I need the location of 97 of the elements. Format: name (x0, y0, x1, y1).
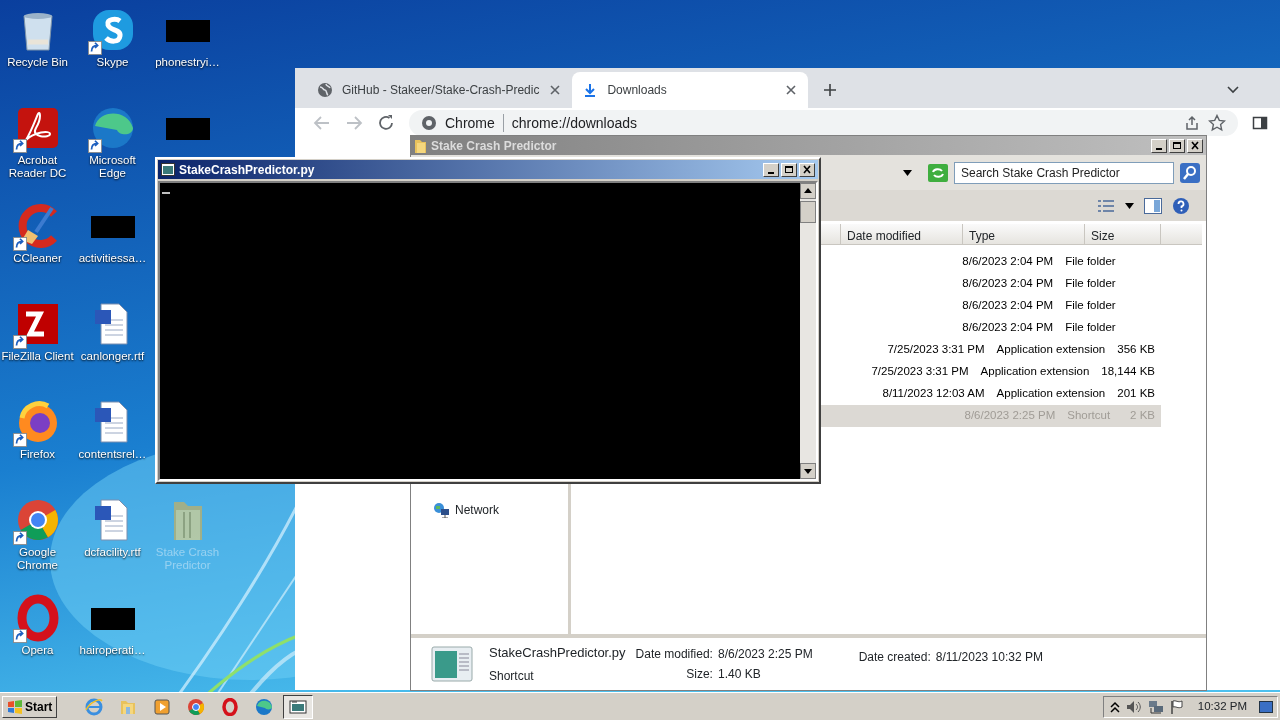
column-header[interactable]: Type (963, 224, 1085, 244)
nav-item-label: Network (455, 502, 499, 519)
help-icon[interactable] (1172, 196, 1190, 215)
star-icon[interactable] (1208, 114, 1226, 132)
window-title: Stake Crash Predictor (431, 137, 557, 155)
shortcut-file-icon (431, 646, 473, 682)
side-panel-icon[interactable] (1252, 115, 1268, 131)
window-title: StakeCrashPredictor.py (179, 161, 315, 179)
new-tab-icon[interactable] (822, 82, 839, 98)
folder-icon (414, 138, 427, 153)
console-icon (161, 163, 175, 176)
field-value: 1.40 KB (717, 666, 762, 683)
view-options-icon[interactable] (1097, 198, 1115, 213)
table-cell: 201 KB (1117, 387, 1155, 400)
field-label: Size: (685, 666, 713, 683)
file-type: Shortcut (489, 667, 535, 685)
show-desktop-icon[interactable] (1259, 700, 1273, 713)
preview-pane-icon[interactable] (1144, 197, 1162, 214)
field-value: 8/11/2023 10:32 PM (935, 649, 1043, 666)
circle-logo-icon (187, 697, 206, 716)
field-label: Date created: (858, 649, 931, 666)
column-header[interactable]: Date modified (841, 224, 963, 244)
taskbar-button[interactable] (283, 694, 314, 719)
table-cell: 2 KB (1130, 409, 1155, 422)
table-cell: 8/6/2023 2:25 PM (964, 409, 1056, 422)
column-header[interactable]: Size (1085, 224, 1161, 244)
field-label: Date modified: (635, 646, 713, 663)
table-cell: File folder (1065, 299, 1116, 312)
file-row[interactable]: 8/6/2023 2:04 PM File folder (821, 295, 1161, 317)
table-cell: File folder (1065, 277, 1116, 290)
desktop-icon-label[interactable]: Firefox (19, 448, 56, 461)
table-cell: 356 KB (1117, 343, 1155, 356)
refresh-icon[interactable] (928, 163, 948, 182)
chip-label: Chrome (445, 113, 495, 133)
close-icon[interactable] (784, 83, 799, 97)
table-cell: Application extension (980, 365, 1090, 378)
file-row[interactable]: 7/25/2023 3:31 PM Application extension 356 KB (821, 339, 1161, 361)
reload-icon[interactable] (377, 114, 395, 132)
desktop-icon-label[interactable]: FileZilla Client (1, 350, 74, 363)
clock[interactable]: 10:32 PM (1197, 697, 1247, 716)
start-button[interactable]: Start (2, 695, 58, 718)
file-name: StakeCrashPredictor.py (489, 644, 626, 663)
browser-tab[interactable]: GitHub - Stakeer/Stake-Crash-Predic (307, 72, 573, 108)
windows-logo-icon (7, 699, 23, 714)
browser-tab[interactable]: Downloads (572, 72, 809, 108)
network-icon[interactable] (1147, 699, 1164, 714)
browser-icon (85, 697, 104, 716)
table-cell: 8/6/2023 2:04 PM (962, 255, 1054, 268)
table-cell: 8/6/2023 2:04 PM (962, 321, 1054, 334)
file-row[interactable]: 8/6/2023 2:04 PM File folder (821, 251, 1161, 273)
scroll-thumb[interactable] (800, 201, 816, 223)
nav-item[interactable]: Network (431, 500, 501, 520)
file-row[interactable]: 8/11/2023 12:03 AM Application extension 201 KB (821, 383, 1161, 405)
desktop-icon-label[interactable]: CCleaner (13, 252, 62, 265)
desktop-icon-label[interactable]: Acrobat Reader DC (0, 154, 75, 180)
search-icon[interactable] (1180, 162, 1200, 183)
file-row[interactable]: 8/6/2023 2:04 PM File folder (821, 273, 1161, 295)
table-cell: 18,144 KB (1101, 365, 1155, 378)
dropdown-arrow-icon[interactable] (1125, 202, 1134, 209)
globe-icon (317, 82, 333, 98)
table-cell: Application extension (996, 387, 1106, 400)
desktop-icon-label[interactable]: Recycle Bin (7, 56, 68, 69)
scroll-down-icon[interactable] (800, 463, 816, 479)
search-field[interactable]: Search Stake Crash Predictor (954, 161, 1174, 184)
text-cursor (162, 192, 170, 194)
file-row[interactable]: 7/25/2023 3:31 PM Application extension 18,144 KB (821, 361, 1161, 383)
flag-icon[interactable] (1169, 699, 1184, 714)
file-row[interactable]: 8/6/2023 2:04 PM File folder (821, 317, 1161, 339)
url-text: chrome://downloads (511, 113, 638, 133)
network-icon (433, 502, 451, 518)
scrollbar[interactable] (800, 183, 816, 479)
scroll-up-icon[interactable] (800, 183, 816, 199)
desktop-icon-label[interactable]: Microsoft Edge (75, 154, 150, 180)
table-cell: File folder (1065, 255, 1116, 268)
table-cell: Application extension (996, 343, 1106, 356)
ring-icon (221, 697, 240, 716)
media-player-icon (153, 697, 172, 716)
chevron-up-icon[interactable] (1109, 700, 1120, 713)
console-icon (289, 697, 308, 716)
table-cell: 8/6/2023 2:04 PM (962, 277, 1054, 290)
table-cell: 7/25/2023 3:31 PM (887, 343, 985, 356)
table-cell: 8/11/2023 12:03 AM (882, 387, 985, 400)
desktop-icon-label[interactable]: contentsrel… (78, 448, 147, 461)
share-icon[interactable] (1184, 115, 1200, 131)
address-bar[interactable]: Chrome chrome://downloads (409, 110, 1238, 136)
desktop-icon-label[interactable]: Skype (96, 56, 129, 69)
desktop-icon-label[interactable]: canlonger.rtf (80, 350, 145, 363)
desktop-icon-label[interactable]: phonestryi… (155, 56, 220, 69)
table-cell: File folder (1065, 321, 1116, 334)
desktop-icon-label[interactable]: activitiessa… (78, 252, 147, 265)
table-cell: Shortcut (1067, 409, 1111, 422)
speaker-icon[interactable] (1125, 699, 1142, 714)
table-cell: 8/6/2023 2:04 PM (962, 299, 1054, 312)
table-cell: 7/25/2023 3:31 PM (871, 365, 969, 378)
field-value: 8/6/2023 2:25 PM (717, 646, 813, 663)
dropdown-arrow-icon[interactable] (903, 169, 912, 176)
wave-icon (255, 697, 274, 716)
